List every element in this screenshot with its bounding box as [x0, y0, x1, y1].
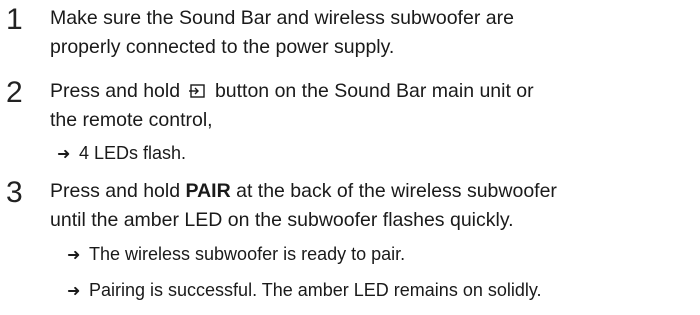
step-number: 1 [6, 3, 23, 36]
step-number: 3 [6, 176, 23, 209]
result-line: ➜ 4 LEDs flash. [57, 140, 186, 168]
result-text: Pairing is successful. The amber LED rem… [89, 280, 542, 300]
step-text: Press and hold [50, 180, 181, 202]
arrow-right-icon: ➜ [67, 247, 81, 264]
step-text-line: Make sure the Sound Bar and wireless sub… [50, 7, 514, 29]
step-text: Press and hold [50, 80, 181, 102]
step-text-line: until the amber LED on the subwoofer fla… [50, 209, 514, 231]
step-text: at the back of the wireless subwoofer [236, 180, 557, 202]
instruction-page: 1 Make sure the Sound Bar and wireless s… [0, 0, 700, 315]
result-line: ➜ Pairing is successful. The amber LED re… [67, 277, 542, 305]
step-text-line: Press and hold PAIR at the back of the w… [50, 177, 557, 206]
step-text: button on the Sound Bar main unit or [214, 80, 534, 102]
source-input-icon [188, 79, 206, 108]
step-text-line: properly connected to the power supply. [50, 36, 395, 58]
step-text-line: Press and hold button on the Sound Bar m… [50, 77, 534, 108]
pair-button-label: PAIR [185, 180, 231, 202]
result-text: The wireless subwoofer is ready to pair. [89, 244, 406, 264]
step-number: 2 [6, 76, 23, 109]
step-text-line: the remote control, [50, 109, 213, 131]
result-line: ➜ The wireless subwoofer is ready to pair… [67, 241, 405, 269]
arrow-right-icon: ➜ [57, 146, 71, 163]
arrow-right-icon: ➜ [67, 283, 81, 300]
result-text: 4 LEDs flash. [79, 143, 187, 163]
